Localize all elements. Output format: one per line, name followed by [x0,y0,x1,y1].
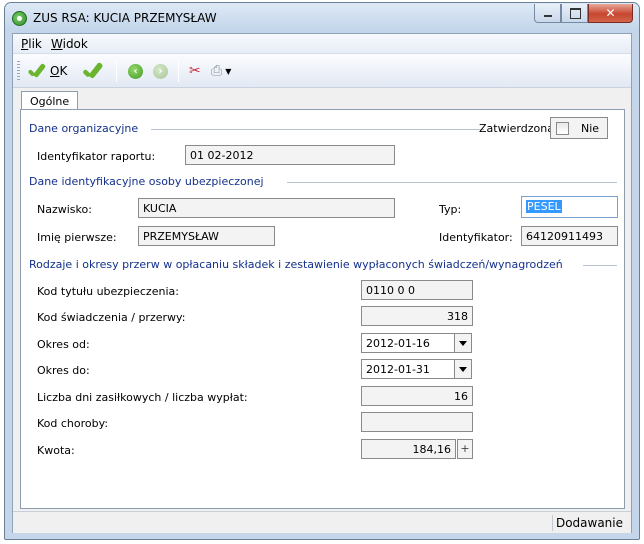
days-label: Liczba dni zasiłkowych / liczba wypłat: [37,391,248,404]
identifier-label: Identyfikator: [439,231,513,244]
tab-strip: Ogólne [13,88,631,111]
amount-calculator-button[interactable]: + [457,439,473,459]
surname-field[interactable]: KUCIA [138,198,395,218]
identifier-field[interactable]: 64120911493 [521,226,618,246]
insurance-code-field[interactable]: 0110 0 0 [361,280,473,300]
toolbar-grip[interactable] [17,61,20,81]
menu-bar: Plik Widok [13,34,631,54]
back-button[interactable]: ‹ [128,59,143,83]
report-id-label: Identyfikator raportu: [37,150,156,163]
status-divider [552,515,553,531]
toolbar-separator [178,60,179,82]
type-value: PESEL [526,200,562,213]
window-controls: ✕ [534,4,633,23]
section-divider [151,129,484,130]
firstname-label: Imię pierwsze: [37,231,117,244]
illness-code-field[interactable] [361,412,473,432]
menu-widok-label: idok [62,37,88,51]
apply-button[interactable] [83,59,103,83]
minimize-icon[interactable] [534,4,561,23]
menu-plik-label: lik [28,37,42,51]
insurance-code-label: Kod tytułu ubezpieczenia: [37,285,179,298]
forward-button[interactable]: › [153,59,168,83]
check-icon [82,61,105,82]
period-to-dropdown-icon[interactable] [454,359,472,379]
print-button[interactable]: ⎙ ▼ [211,59,231,83]
approved-checkbox[interactable] [556,122,569,135]
app-icon[interactable] [12,11,27,26]
approved-checkbox-label: Nie [581,122,600,135]
ok-check-icon [27,62,47,80]
maximize-icon[interactable] [561,4,588,23]
dropdown-arrow-icon[interactable]: ▼ [225,67,231,76]
status-mode: Dodawanie [555,516,623,530]
back-arrow-icon: ‹ [128,63,143,79]
tools-button[interactable]: ✂ [189,59,201,83]
toolbar-separator [116,60,117,82]
toolbar: OK ‹ › ✂ ⎙ ▼ [13,54,631,88]
forward-arrow-icon: › [153,63,168,79]
amount-field[interactable]: 184,16 [361,439,456,459]
section-ident-title: Dane identyfikacyjne osoby ubezpieczonej [29,175,264,188]
amount-label: Kwota: [37,444,75,457]
title-bar[interactable]: ZUS RSA: KUCIA PRZEMYSŁAW ✕ [5,3,639,33]
printer-icon: ⎙ [211,63,223,79]
firstname-field[interactable]: PRZEMYSŁAW [138,226,275,246]
tools-icon: ✂ [189,63,201,79]
period-to-label: Okres do: [37,364,90,377]
period-to-field[interactable]: 2012-01-31 [361,359,455,379]
tab-ogolne[interactable]: Ogólne [21,91,79,111]
client-area: Plik Widok OK ‹ › ✂ ⎙ ▼ Ogólne Dane orga… [12,33,632,533]
approved-label: Zatwierdzona: [479,122,558,135]
menu-widok[interactable]: Widok [51,37,88,51]
type-field[interactable]: PESEL [521,196,618,218]
section-divider [287,182,617,183]
type-label: Typ: [439,203,462,216]
section-org-title: Dane organizacyjne [29,122,139,135]
menu-widok-accel: W [51,37,63,51]
approved-checkbox-box[interactable]: Nie [550,117,608,139]
surname-label: Nazwisko: [37,203,92,216]
illness-code-label: Kod choroby: [37,417,109,430]
close-icon[interactable]: ✕ [588,4,633,23]
status-bar: Dodawanie [13,511,631,533]
window-title: ZUS RSA: KUCIA PRZEMYSŁAW [33,11,217,25]
report-id-field[interactable]: 01 02-2012 [185,145,395,165]
menu-plik[interactable]: Plik [21,37,42,51]
ok-button[interactable]: OK [27,59,67,83]
section-divider [583,265,617,266]
window: ZUS RSA: KUCIA PRZEMYSŁAW ✕ Plik Widok O… [4,2,640,540]
form-panel: Dane organizacyjne Zatwierdzona: Nie Ide… [20,109,625,509]
benefit-code-field[interactable]: 318 [361,306,473,326]
period-from-dropdown-icon[interactable] [454,333,472,353]
ok-label-rest: K [59,64,68,78]
benefit-code-label: Kod świadczenia / przerwy: [37,311,186,324]
period-from-field[interactable]: 2012-01-16 [361,333,455,353]
ok-label: O [50,64,60,78]
days-field[interactable]: 16 [361,386,473,406]
section-breaks-title: Rodzaje i okresy przerw w opłacaniu skła… [29,258,563,271]
period-from-label: Okres od: [37,338,90,351]
